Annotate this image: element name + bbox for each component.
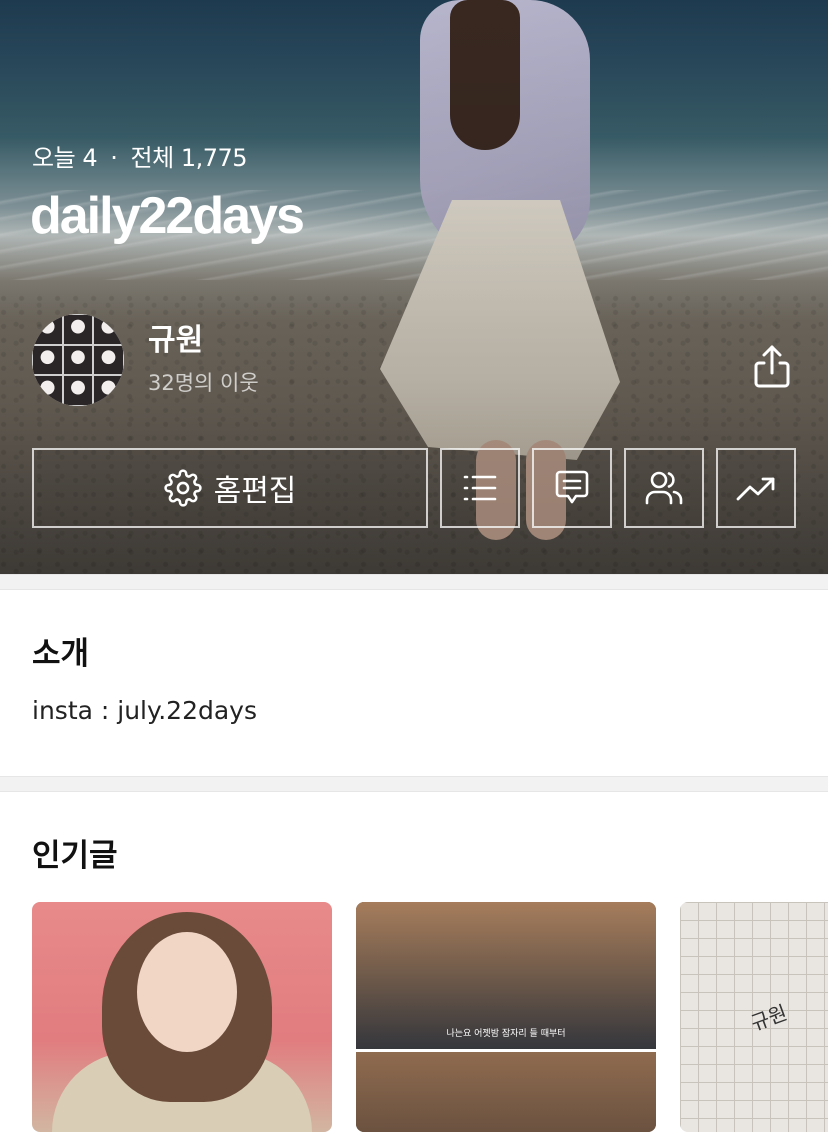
- home-edit-button[interactable]: 홈편집: [32, 448, 428, 528]
- section-separator: [0, 776, 828, 792]
- thumb-panel-bottom: [356, 1052, 656, 1132]
- visitor-stats: 오늘 4 · 전체 1,775: [32, 138, 248, 173]
- gear-icon: [163, 469, 202, 507]
- neighbors-icon: [645, 471, 683, 505]
- intro-text: insta : july.22days: [32, 696, 257, 725]
- home-edit-label: 홈편집: [213, 474, 297, 509]
- guestbook-button[interactable]: [532, 448, 612, 528]
- blog-actions: 홈편집: [32, 448, 796, 528]
- section-separator: [0, 574, 828, 590]
- popular-post-card[interactable]: 나는요 어젯밤 잠자리 들 때부터: [356, 902, 656, 1132]
- share-icon: [754, 345, 790, 388]
- neighbors-button[interactable]: [624, 448, 704, 528]
- popular-title: 인기글: [32, 838, 118, 874]
- neighbor-count[interactable]: 32명의 이웃: [148, 367, 259, 397]
- today-count: 4: [82, 144, 98, 172]
- profile-text: 규원 32명의 이웃: [148, 323, 259, 397]
- stats-separator: ·: [110, 144, 118, 172]
- today-label: 오늘: [32, 144, 76, 172]
- intro-title: 소개: [32, 636, 90, 672]
- avatar[interactable]: [32, 314, 124, 406]
- list-icon: [463, 475, 497, 501]
- total-label: 전체: [130, 144, 175, 172]
- blog-hero: 오늘 4 · 전체 1,775 daily22days 규원 32명의 이웃 홈…: [0, 0, 828, 574]
- share-button[interactable]: [748, 340, 796, 392]
- popular-posts: 나는요 어젯밤 잠자리 들 때부터 규원: [32, 902, 828, 1132]
- thumb-doodle: 규원: [747, 1000, 791, 1036]
- popular-post-card[interactable]: [32, 902, 332, 1132]
- nickname[interactable]: 규원: [148, 323, 259, 359]
- blog-title: daily22days: [30, 187, 305, 245]
- thumb-subtitle: 나는요 어젯밤 잠자리 들 때부터: [446, 1029, 566, 1039]
- popular-post-card[interactable]: 규원: [680, 902, 828, 1132]
- thumb-face: [137, 932, 237, 1052]
- post-list-button[interactable]: [440, 448, 520, 528]
- total-count: 1,775: [180, 144, 248, 172]
- stats-button[interactable]: [716, 448, 796, 528]
- profile[interactable]: 규원 32명의 이웃: [32, 314, 259, 406]
- stats-trend-icon: [736, 477, 775, 501]
- comment-icon: [555, 470, 589, 504]
